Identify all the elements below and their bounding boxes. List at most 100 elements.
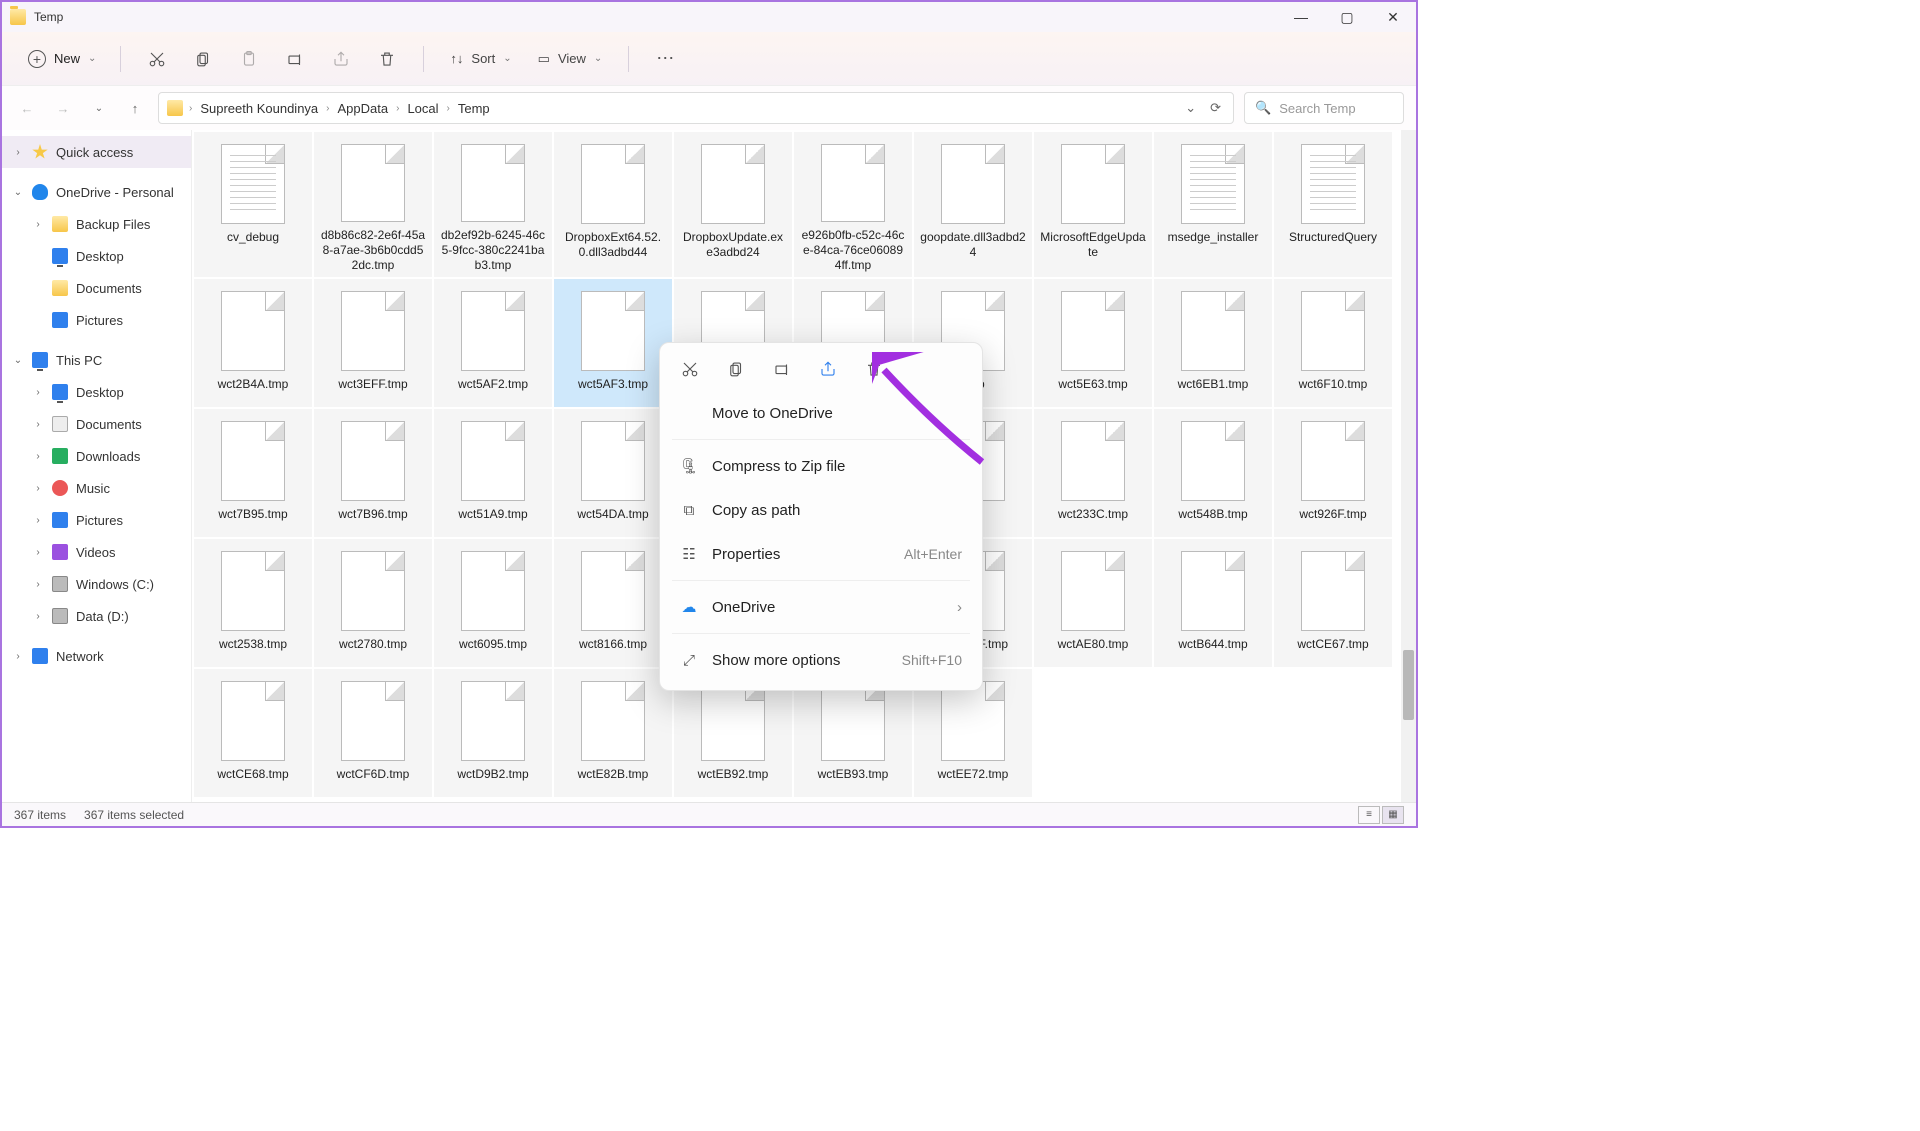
ctx-compress[interactable]: 🗜Compress to Zip file xyxy=(660,444,982,488)
maximize-button[interactable]: ▢ xyxy=(1324,2,1370,32)
up-button[interactable]: ↑ xyxy=(122,95,148,121)
file-item[interactable]: StructuredQuery xyxy=(1274,132,1392,277)
back-button[interactable]: ← xyxy=(14,95,40,121)
file-item[interactable]: DropboxUpdate.exe3adbd24 xyxy=(674,132,792,277)
sidebar-item[interactable]: ›Videos xyxy=(2,536,191,568)
file-item[interactable]: db2ef92b-6245-46c5-9fcc-380c2241bab3.tmp xyxy=(434,132,552,277)
file-item[interactable]: wctCE68.tmp xyxy=(194,669,312,797)
file-item[interactable]: wct51A9.tmp xyxy=(434,409,552,537)
scrollbar-thumb[interactable] xyxy=(1403,650,1414,720)
file-item[interactable]: wctE82B.tmp xyxy=(554,669,672,797)
sidebar-item[interactable]: ›Pictures xyxy=(2,504,191,536)
file-icon xyxy=(461,421,525,501)
sidebar-item[interactable]: Pictures xyxy=(2,304,191,336)
file-item[interactable]: wct2780.tmp xyxy=(314,539,432,667)
share-button[interactable] xyxy=(321,41,361,77)
file-item[interactable]: wct2538.tmp xyxy=(194,539,312,667)
search-box[interactable]: 🔍 Search Temp xyxy=(1244,92,1404,124)
folder-icon xyxy=(52,216,68,232)
file-item[interactable]: wct8166.tmp xyxy=(554,539,672,667)
file-item[interactable]: wct6EB1.tmp xyxy=(1154,279,1272,407)
ctx-label: Properties xyxy=(712,546,780,563)
close-button[interactable]: ✕ xyxy=(1370,2,1416,32)
dropdown-button[interactable]: ⌄ xyxy=(1185,100,1196,116)
sidebar-item[interactable]: ›Desktop xyxy=(2,376,191,408)
file-name: wct54DA.tmp xyxy=(573,507,652,522)
file-item[interactable]: wct5AF3.tmp xyxy=(554,279,672,407)
file-item[interactable]: wct233C.tmp xyxy=(1034,409,1152,537)
file-item[interactable]: wctCE67.tmp xyxy=(1274,539,1392,667)
ctx-delete-button[interactable] xyxy=(862,357,886,381)
file-item[interactable]: wct6F10.tmp xyxy=(1274,279,1392,407)
more-button[interactable]: ⋯ xyxy=(645,41,685,77)
ctx-cut-button[interactable] xyxy=(678,357,702,381)
new-button[interactable]: + New ⌄ xyxy=(20,46,104,72)
file-item[interactable]: cv_debug xyxy=(194,132,312,277)
ctx-share-button[interactable] xyxy=(816,357,840,381)
file-item[interactable]: wct2B4A.tmp xyxy=(194,279,312,407)
file-item[interactable]: wctB644.tmp xyxy=(1154,539,1272,667)
file-icon xyxy=(341,144,405,222)
file-item[interactable]: wct6095.tmp xyxy=(434,539,552,667)
file-item[interactable]: e926b0fb-c52c-46ce-84ca-76ce060894ff.tmp xyxy=(794,132,912,277)
view-button[interactable]: ▭ View ⌄ xyxy=(528,41,613,77)
file-item[interactable]: MicrosoftEdgeUpdate xyxy=(1034,132,1152,277)
forward-button[interactable]: → xyxy=(50,95,76,121)
sidebar-item[interactable]: ›Backup Files xyxy=(2,208,191,240)
breadcrumb-segment[interactable]: Local xyxy=(405,101,440,116)
file-item[interactable]: wct54DA.tmp xyxy=(554,409,672,537)
sidebar-item[interactable]: ›Windows (C:) xyxy=(2,568,191,600)
file-item[interactable]: wct7B95.tmp xyxy=(194,409,312,537)
file-item[interactable]: wctAE80.tmp xyxy=(1034,539,1152,667)
ctx-rename-button[interactable] xyxy=(770,357,794,381)
sidebar-item[interactable]: Desktop xyxy=(2,240,191,272)
file-item[interactable]: msedge_installer xyxy=(1154,132,1272,277)
refresh-button[interactable]: ⟳ xyxy=(1210,100,1221,116)
recent-button[interactable]: ⌄ xyxy=(86,95,112,121)
ctx-copy-button[interactable] xyxy=(724,357,748,381)
minimize-button[interactable]: — xyxy=(1278,2,1324,32)
sidebar-network[interactable]: ›Network xyxy=(2,640,191,672)
ctx-onedrive[interactable]: ☁OneDrive› xyxy=(660,585,982,629)
icons-view-button[interactable]: ▦ xyxy=(1382,806,1404,824)
file-item[interactable]: wctCF6D.tmp xyxy=(314,669,432,797)
ctx-properties[interactable]: ☷PropertiesAlt+Enter xyxy=(660,532,982,576)
file-item[interactable]: wctD9B2.tmp xyxy=(434,669,552,797)
copy-button[interactable] xyxy=(183,41,223,77)
breadcrumb-segment[interactable]: AppData xyxy=(336,101,391,116)
details-view-button[interactable]: ≡ xyxy=(1358,806,1380,824)
sidebar-item[interactable]: ›Downloads xyxy=(2,440,191,472)
address-bar[interactable]: › Supreeth Koundinya › AppData › Local ›… xyxy=(158,92,1234,124)
file-item[interactable]: wct7B96.tmp xyxy=(314,409,432,537)
delete-button[interactable] xyxy=(367,41,407,77)
sidebar-item[interactable]: ›Data (D:) xyxy=(2,600,191,632)
file-item[interactable]: wct926F.tmp xyxy=(1274,409,1392,537)
scrollbar[interactable] xyxy=(1401,130,1416,802)
sidebar-item[interactable]: Documents xyxy=(2,272,191,304)
file-item[interactable]: d8b86c82-2e6f-45a8-a7ae-3b6b0cdd52dc.tmp xyxy=(314,132,432,277)
sidebar-label: Pictures xyxy=(76,513,123,528)
file-item[interactable]: wct3EFF.tmp xyxy=(314,279,432,407)
sidebar-this-pc[interactable]: ⌄This PC xyxy=(2,344,191,376)
sidebar-onedrive[interactable]: ⌄OneDrive - Personal xyxy=(2,176,191,208)
file-item[interactable]: DropboxExt64.52.0.dll3adbd44 xyxy=(554,132,672,277)
ctx-copy-path[interactable]: ⧉Copy as path xyxy=(660,488,982,532)
file-item[interactable]: goopdate.dll3adbd24 xyxy=(914,132,1032,277)
file-item[interactable]: wct5AF2.tmp xyxy=(434,279,552,407)
paste-button[interactable] xyxy=(229,41,269,77)
rename-button[interactable] xyxy=(275,41,315,77)
ctx-show-more[interactable]: ⤢Show more optionsShift+F10 xyxy=(660,638,982,682)
breadcrumb-segment[interactable]: Temp xyxy=(456,101,492,116)
sidebar-item[interactable]: ›Music xyxy=(2,472,191,504)
file-item[interactable]: wct548B.tmp xyxy=(1154,409,1272,537)
breadcrumb-segment[interactable]: Supreeth Koundinya xyxy=(198,101,320,116)
sidebar-quick-access[interactable]: ›Quick access xyxy=(2,136,191,168)
sidebar-item[interactable]: ›Documents xyxy=(2,408,191,440)
navigation-pane[interactable]: ›Quick access ⌄OneDrive - Personal ›Back… xyxy=(2,130,192,802)
cut-button[interactable] xyxy=(137,41,177,77)
ctx-move-onedrive[interactable]: Move to OneDrive xyxy=(660,391,982,435)
sidebar-label: Downloads xyxy=(76,449,140,464)
file-name: cv_debug xyxy=(223,230,283,245)
sort-button[interactable]: ↑↓ Sort ⌄ xyxy=(440,41,521,77)
file-item[interactable]: wct5E63.tmp xyxy=(1034,279,1152,407)
